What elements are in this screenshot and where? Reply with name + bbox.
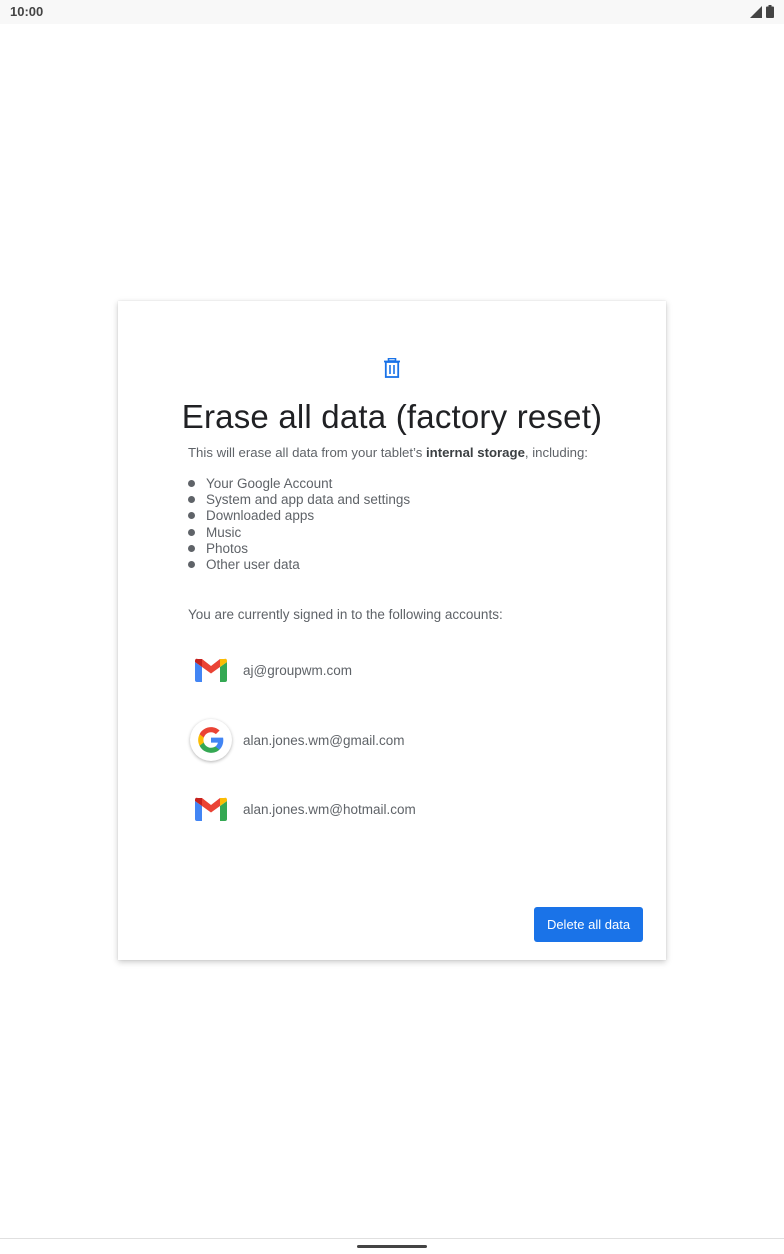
bullet-icon xyxy=(188,528,195,536)
bullet-icon xyxy=(188,480,195,487)
intro-bold-text: internal storage xyxy=(425,445,525,460)
gmail-icon xyxy=(195,658,227,682)
account-email: aj@groupwm.com xyxy=(243,662,352,678)
google-logo-circle xyxy=(190,719,232,761)
list-item-label: System and app data and settings xyxy=(206,492,411,508)
screen: 10:00 Erase all data (factory reset) Thi… xyxy=(0,0,784,1254)
list-item: Your Google Account xyxy=(188,476,410,492)
battery-icon xyxy=(766,5,774,18)
list-item: Other user data xyxy=(188,557,410,573)
list-item: Downloaded apps xyxy=(188,508,410,524)
list-item: Music xyxy=(188,525,410,541)
erased-items-list: Your Google Account System and app data … xyxy=(188,476,410,573)
bullet-icon xyxy=(188,544,195,552)
list-item-label: Photos xyxy=(206,540,249,556)
trash-icon xyxy=(384,358,400,378)
google-icon xyxy=(198,727,224,753)
signal-icon xyxy=(750,5,762,18)
status-icons xyxy=(750,5,774,18)
gesture-nav-handle[interactable] xyxy=(357,1245,427,1248)
account-row: alan.jones.wm@gmail.com xyxy=(188,717,405,763)
list-item-label: Other user data xyxy=(206,556,300,572)
erase-description: This will erase all data from your table… xyxy=(188,445,588,460)
dialog-title: Erase all data (factory reset) xyxy=(181,398,603,435)
status-time: 10:00 xyxy=(10,4,44,19)
bullet-icon xyxy=(188,560,195,568)
account-row: alan.jones.wm@hotmail.com xyxy=(188,786,416,832)
intro-text-end: , including: xyxy=(524,445,588,460)
list-item-label: Music xyxy=(206,524,242,540)
gmail-icon xyxy=(195,797,227,821)
list-item: System and app data and settings xyxy=(188,492,410,508)
status-bar: 10:00 xyxy=(0,0,784,24)
list-item: Photos xyxy=(188,541,410,557)
account-logo xyxy=(188,786,234,832)
account-email: alan.jones.wm@gmail.com xyxy=(243,732,405,748)
intro-text-start: This will erase all data from your table… xyxy=(188,445,426,460)
accounts-intro: You are currently signed in to the follo… xyxy=(188,607,503,622)
bullet-icon xyxy=(188,512,195,520)
account-logo xyxy=(188,647,234,693)
bullet-icon xyxy=(188,496,195,504)
delete-all-data-button[interactable]: Delete all data xyxy=(534,907,643,942)
list-item-label: Your Google Account xyxy=(206,476,333,491)
account-logo xyxy=(188,717,234,763)
account-email: alan.jones.wm@hotmail.com xyxy=(243,801,416,817)
nav-bar-divider xyxy=(0,1238,784,1239)
account-row: aj@groupwm.com xyxy=(188,647,352,693)
list-item-label: Downloaded apps xyxy=(206,508,315,524)
